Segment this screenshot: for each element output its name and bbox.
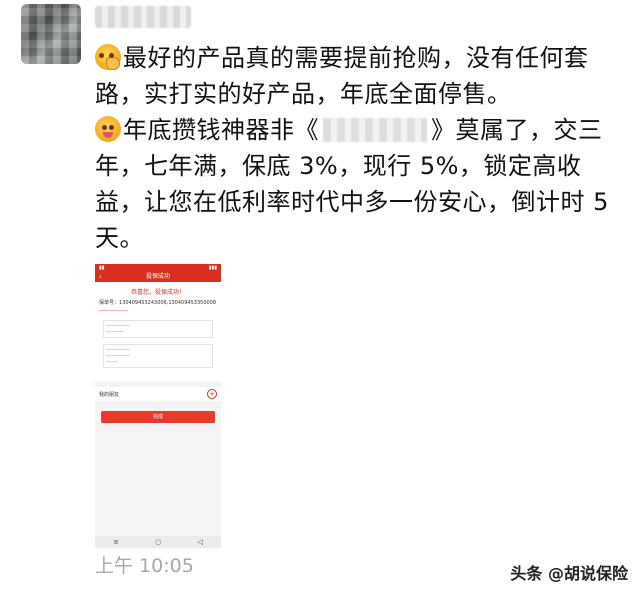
phone-status-bar: ▮▮ ▮▮▮ <box>95 264 221 272</box>
done-button: 完成 <box>101 411 215 423</box>
policy-values: 130409453243006,130409453350008 <box>119 300 217 306</box>
phone-content: 恭喜您，投保成功！ 保单号：130409453243006,1304094533… <box>95 282 221 381</box>
home-icon: ○ <box>155 538 162 546</box>
add-icon: + <box>207 389 217 399</box>
policy-note: ──────────── <box>99 308 128 313</box>
post-text: 最好的产品真的需要提前抢购，没有任何套路，实打实的好产品，年底全面停售。 年底攒… <box>95 40 625 256</box>
policy-number: 保单号：130409453243006,130409453350008 <box>99 300 217 307</box>
post-paragraph-1: 最好的产品真的需要提前抢购，没有任何套路，实打实的好产品，年底全面停售。 <box>95 40 625 112</box>
policy-label: 保单号： <box>99 300 120 306</box>
hand-over-mouth-emoji-icon <box>95 44 121 70</box>
menu-icon: ≡ <box>113 538 119 546</box>
attached-screenshot[interactable]: ▮▮ ▮▮▮ ‹ 投保成功 恭喜您，投保成功！ 保单号：1304094532430… <box>95 264 221 548</box>
phone-nav-bar: ≡ ○ ◁ <box>95 536 221 548</box>
info-box-2: ────────── ────────── ───── <box>103 344 213 368</box>
username-blurred[interactable] <box>95 6 191 28</box>
avatar[interactable] <box>21 4 81 64</box>
tongue-out-emoji-icon <box>95 116 121 142</box>
censored-product-name <box>323 118 427 142</box>
info-box-1: ────────── ─────── <box>103 320 213 338</box>
success-message: 恭喜您，投保成功！ <box>130 289 185 296</box>
phone-title-bar: ‹ 投保成功 <box>95 272 221 282</box>
post-line-1: 最好的产品真的需要提前抢购，没有任何套路，实打实的好产品，年底全面停售。 <box>95 44 589 108</box>
friends-label: 我的朋友 <box>99 391 120 398</box>
back-arrow-icon: ‹ <box>99 273 102 281</box>
back-icon: ◁ <box>197 538 203 546</box>
post-paragraph-2: 年底攒钱神器非《 》莫属了，交三年，七年满，保底 3%，现行 5%，锁定高收益，让… <box>95 112 625 256</box>
watermark: 头条 @胡说保险 <box>510 564 628 583</box>
post-line-2-before: 年底攒钱神器非《 <box>123 116 319 144</box>
post-timestamp: 上午 10:05 <box>95 555 194 577</box>
friends-row: 我的朋友 + <box>95 387 221 401</box>
phone-title: 投保成功 <box>145 273 170 280</box>
